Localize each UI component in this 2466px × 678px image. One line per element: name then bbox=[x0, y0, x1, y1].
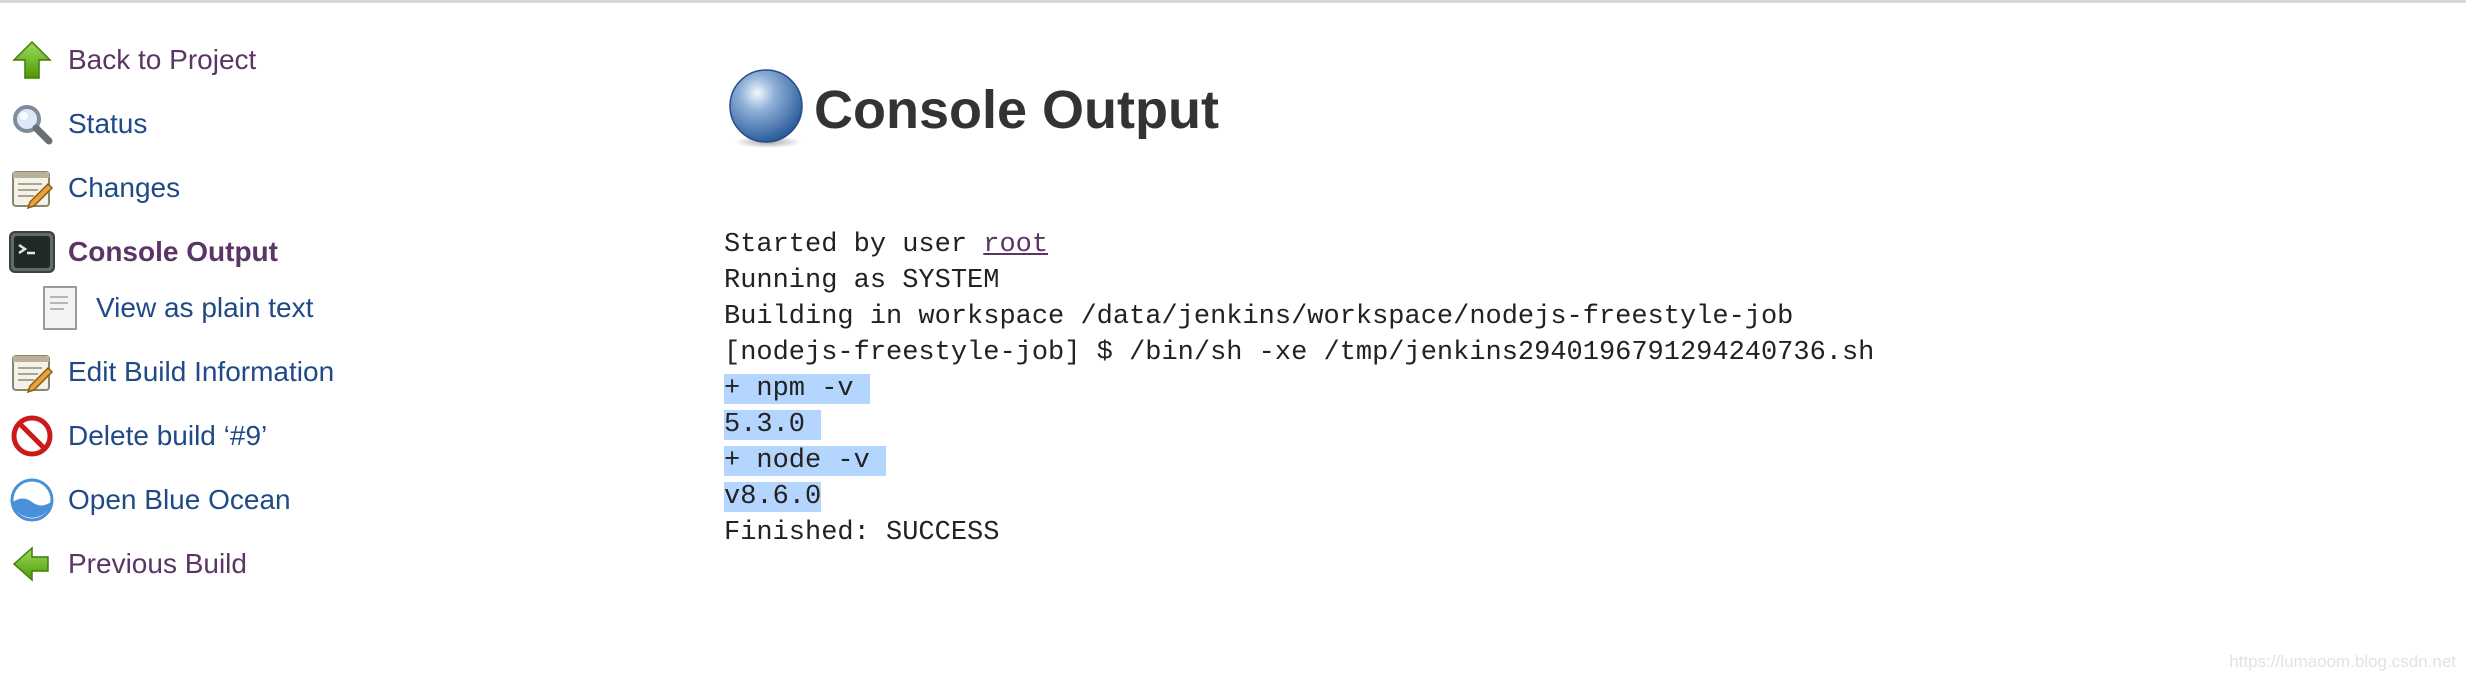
sidebar-item-label: View as plain text bbox=[96, 292, 314, 323]
sidebar-item-changes[interactable]: Changes bbox=[8, 162, 180, 214]
watermark: https://lumaoom.blog.csdn.net bbox=[2229, 652, 2456, 671]
console-line-selected: + node -v bbox=[724, 446, 887, 476]
search-icon bbox=[8, 100, 56, 148]
console-line: [nodejs-freestyle-job] $ /bin/sh -xe /tm… bbox=[724, 338, 1875, 368]
console-line-finished: Finished: SUCCESS bbox=[724, 518, 1000, 548]
blue-ball-icon bbox=[724, 66, 808, 155]
sidebar-item-back-to-project[interactable]: Back to Project bbox=[8, 34, 256, 86]
notepad-icon bbox=[8, 164, 56, 212]
notepad-icon bbox=[8, 348, 56, 396]
sidebar-item-label: Open Blue Ocean bbox=[68, 484, 291, 515]
sidebar-item-label: Console Output bbox=[68, 236, 278, 267]
sidebar-item-edit-build-information[interactable]: Edit Build Information bbox=[8, 346, 334, 398]
sidebar-item-label: Status bbox=[68, 108, 148, 139]
sidebar-item-label: Delete build ‘#9’ bbox=[68, 420, 268, 451]
top-border bbox=[0, 0, 2466, 3]
console-output: Started by user root Running as SYSTEM Bui… bbox=[724, 227, 1874, 551]
sidebar-item-open-blue-ocean[interactable]: Open Blue Ocean bbox=[8, 474, 291, 526]
user-link-root[interactable]: root bbox=[983, 230, 1048, 260]
terminal-icon bbox=[8, 228, 56, 276]
blue-ocean-icon bbox=[8, 476, 56, 524]
no-entry-icon bbox=[8, 412, 56, 460]
sidebar-item-previous-build[interactable]: Previous Build bbox=[8, 538, 247, 590]
sidebar-item-console-output[interactable]: Console Output bbox=[8, 226, 278, 278]
sidebar-item-status[interactable]: Status bbox=[8, 98, 147, 150]
console-line-selected: v8.6.0 bbox=[724, 482, 822, 512]
main-content: Console Output bbox=[724, 60, 1219, 160]
console-line-selected: 5.3.0 bbox=[724, 410, 822, 440]
sidebar-item-label: Edit Build Information bbox=[68, 356, 335, 387]
console-line-selected: + npm -v bbox=[724, 374, 870, 404]
page-title: Console Output bbox=[814, 80, 1219, 140]
sidebar-item-delete-build[interactable]: Delete build ‘#9’ bbox=[8, 410, 267, 462]
sidebar-item-label: Changes bbox=[68, 172, 181, 203]
document-icon bbox=[36, 284, 84, 332]
arrow-left-icon bbox=[8, 540, 56, 588]
sidebar-item-label: Back to Project bbox=[68, 44, 257, 75]
page-header: Console Output bbox=[724, 60, 1219, 160]
sidebar-item-label: Previous Build bbox=[68, 548, 247, 579]
console-line-started: Started by user root bbox=[724, 227, 1874, 263]
console-text: Started by user bbox=[724, 230, 984, 260]
sidebar-item-view-as-plain-text[interactable]: View as plain text bbox=[36, 282, 313, 334]
console-line: Building in workspace /data/jenkins/work… bbox=[724, 302, 1794, 332]
arrow-up-icon bbox=[8, 36, 56, 84]
console-line: Running as SYSTEM bbox=[724, 266, 1000, 296]
